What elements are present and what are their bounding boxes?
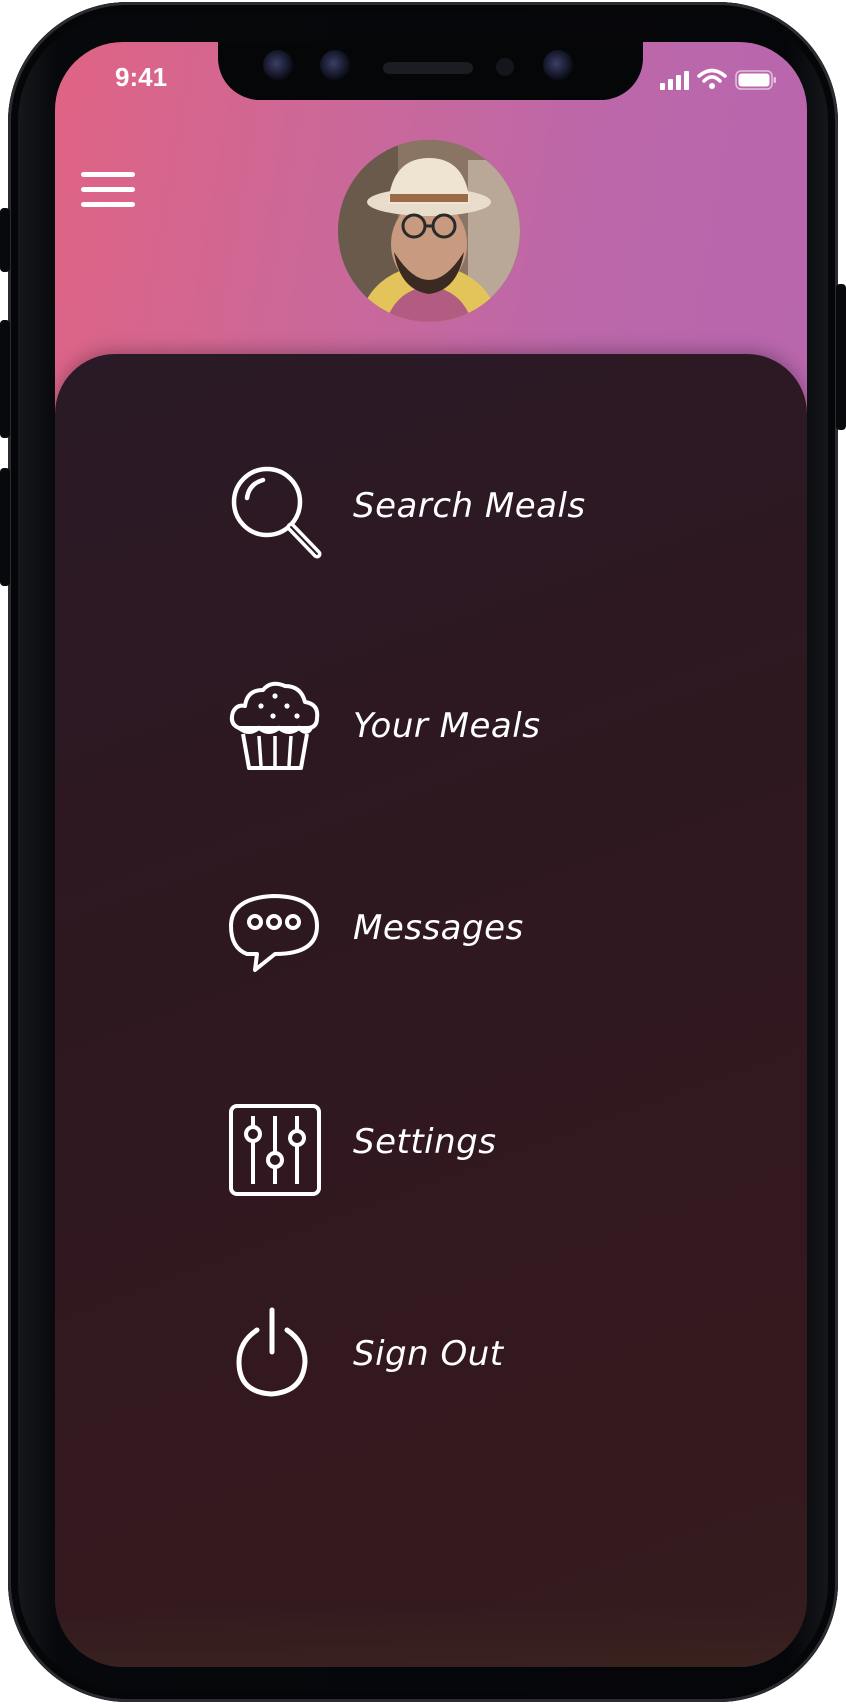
phone-frame: 9:41 Search Meals Your Meals Messages Se… [0,2,846,1702]
sensor-dot [496,58,514,76]
side-button [0,208,10,272]
wifi-icon [697,68,727,89]
camera-icon [263,50,293,80]
camera-icon [320,50,350,80]
avatar[interactable] [338,140,520,322]
search-icon [231,466,322,559]
menu-panel: Search Meals Your Meals Messages Setting… [55,354,807,1667]
menu-item-settings[interactable]: Settings [225,1100,665,1210]
menu-item-label: Your Meals [353,706,541,746]
hamburger-menu-icon[interactable] [81,172,135,212]
menu-item-label: Search Meals [353,486,586,526]
status-time: 9:41 [115,62,168,92]
app-screen: 9:41 Search Meals Your Meals Messages Se… [55,42,807,1667]
chat-bubble-icon [229,894,319,972]
sliders-icon [229,1104,321,1196]
menu-item-sign-out[interactable]: Sign Out [225,1300,665,1410]
profile-photo [338,140,520,322]
notch [218,42,643,100]
status-icons [660,64,777,90]
power-button [836,284,846,430]
cellular-signal-icon [660,70,689,90]
speaker-grille [383,62,473,74]
menu-item-search-meals[interactable]: Search Meals [225,462,665,572]
volume-down-button [0,468,10,586]
power-icon [236,1307,308,1397]
menu-item-label: Sign Out [353,1334,504,1374]
cupcake-icon [229,681,320,770]
menu-item-label: Settings [353,1122,497,1162]
camera-icon [543,50,573,80]
menu-item-label: Messages [353,908,524,948]
menu-item-your-meals[interactable]: Your Meals [225,676,665,786]
menu-item-messages[interactable]: Messages [225,882,665,992]
volume-up-button [0,320,10,438]
battery-icon [735,70,776,90]
